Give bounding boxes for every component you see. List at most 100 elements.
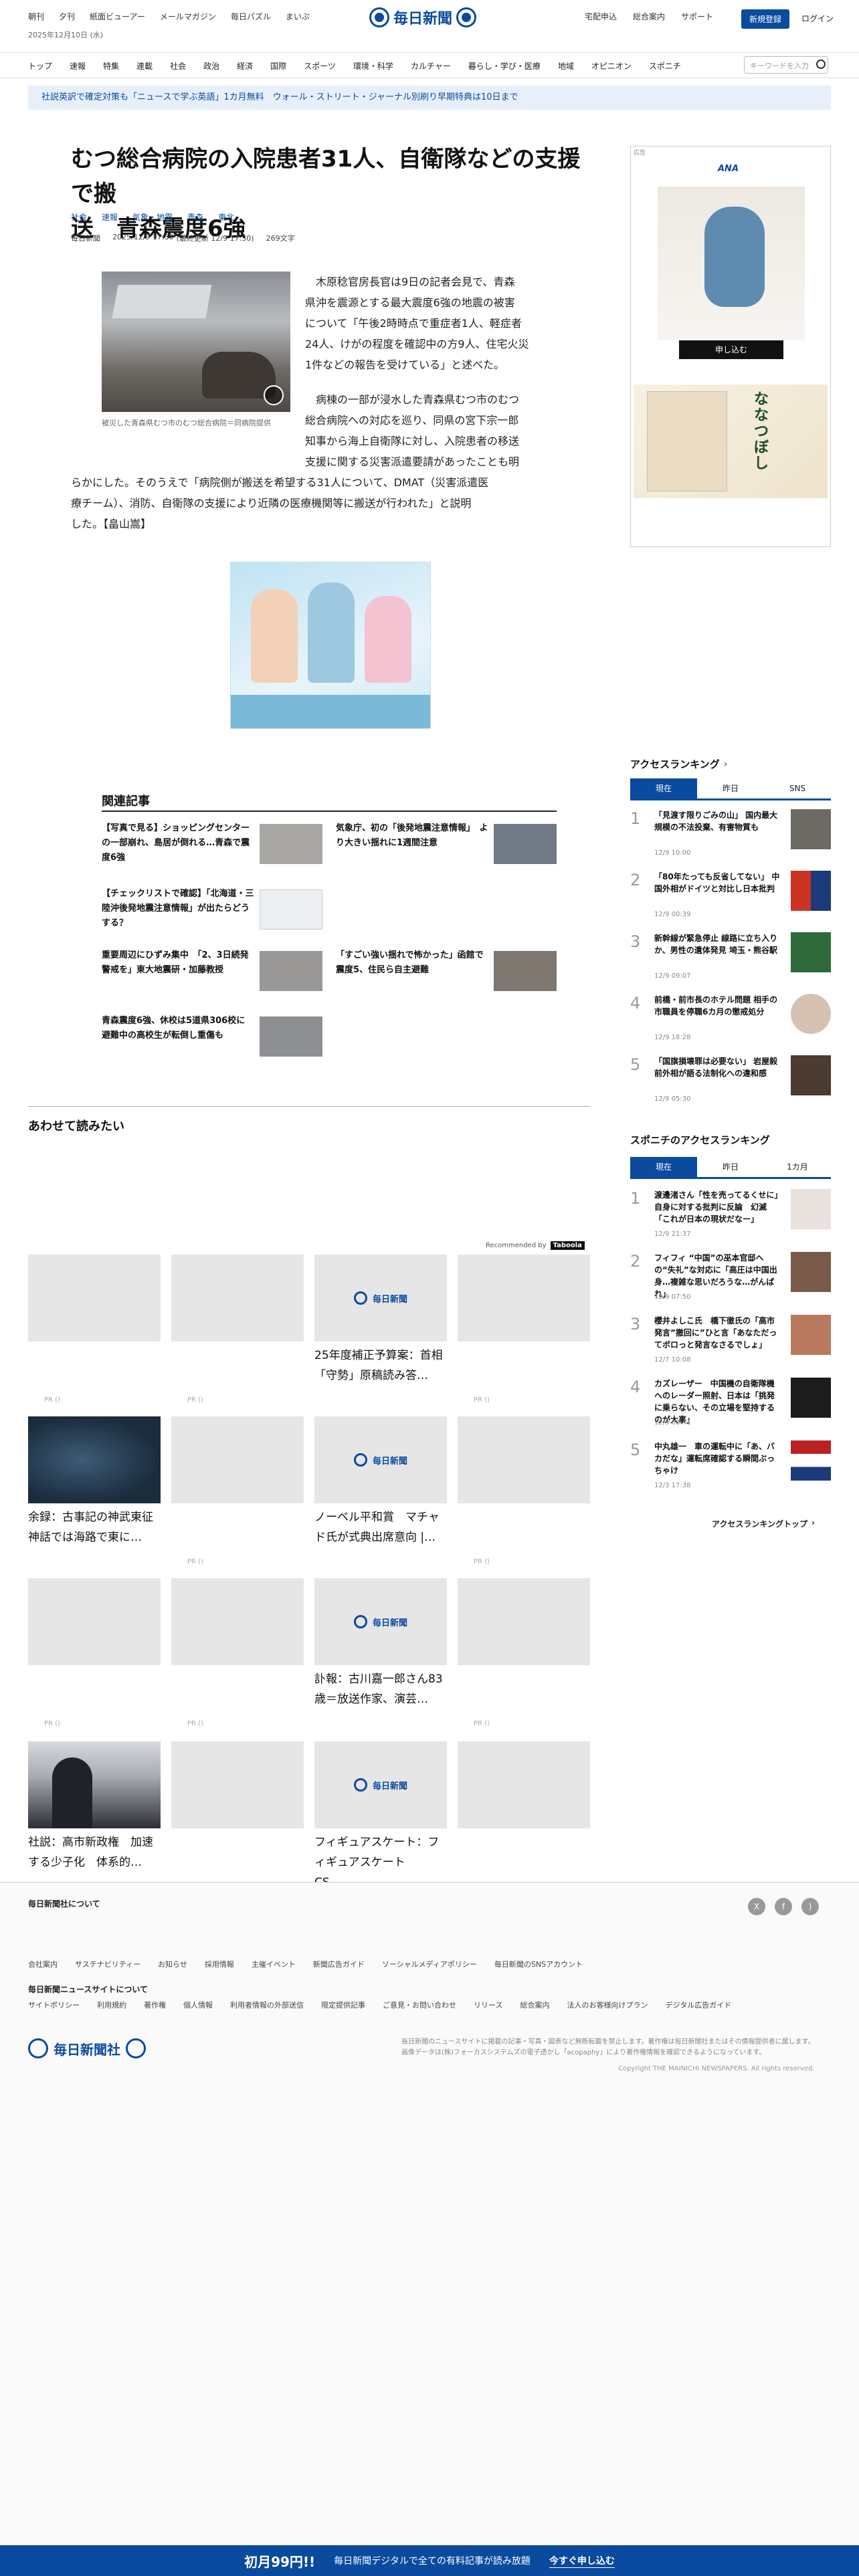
footer-link[interactable]: お知らせ bbox=[158, 1959, 187, 1969]
rec-card[interactable] bbox=[458, 1416, 590, 1503]
link-viewer[interactable]: 紙面ビューアー bbox=[90, 11, 145, 22]
tab-now[interactable]: 現在 bbox=[630, 1157, 697, 1177]
rec-card[interactable] bbox=[458, 1255, 590, 1341]
footer-link[interactable]: 利用規約 bbox=[97, 2000, 126, 2010]
footer-link[interactable]: 著作権 bbox=[144, 2000, 166, 2010]
tag-tohoku[interactable]: 東北 bbox=[218, 211, 234, 223]
footer-link[interactable]: 法人のお客様向けプラン bbox=[567, 2000, 648, 2010]
tag-weather[interactable]: 気象・地震 bbox=[132, 211, 173, 223]
rec-card[interactable] bbox=[171, 1741, 304, 1828]
ranking-top-link[interactable]: アクセスランキングトップ › bbox=[712, 1518, 815, 1529]
footer-link[interactable]: 個人情報 bbox=[183, 2000, 213, 2010]
register-button[interactable]: 新規登録 bbox=[741, 9, 790, 29]
rec-card-title[interactable]: 訃報：古川嘉一郎さん83歳＝放送作家、演芸… bbox=[314, 1669, 447, 1709]
link-evening[interactable]: 夕刊 bbox=[59, 11, 75, 22]
subscribe-bar[interactable]: 初月99円!! 毎日新聞デジタルで全ての有料記事が読み放題 今すぐ申し込む bbox=[0, 2545, 859, 2576]
inline-ad[interactable] bbox=[230, 562, 431, 729]
tab-yesterday[interactable]: 昨日 bbox=[697, 778, 764, 798]
footer-link[interactable]: リリース bbox=[474, 2000, 502, 2010]
link-puzzle[interactable]: 毎日パズル bbox=[231, 11, 271, 22]
footer-link[interactable]: 採用情報 bbox=[205, 1959, 234, 1969]
nav-politics[interactable]: 政治 bbox=[203, 60, 219, 72]
rss-icon[interactable]: ) bbox=[801, 1898, 819, 1915]
rec-card-image[interactable]: 毎日新聞 bbox=[314, 1741, 447, 1828]
footer-link[interactable]: 限定提供記事 bbox=[321, 2000, 365, 2010]
footer-link[interactable]: ソーシャルメディアポリシー bbox=[382, 1959, 477, 1969]
nav-breaking[interactable]: 速報 bbox=[70, 60, 86, 72]
ranking-title[interactable]: アクセスランキング › bbox=[630, 757, 727, 771]
link-morning[interactable]: 朝刊 bbox=[28, 11, 44, 22]
tab-now[interactable]: 現在 bbox=[630, 778, 697, 798]
footer-link[interactable]: 会社案内 bbox=[28, 1959, 58, 1969]
article-photo[interactable] bbox=[102, 272, 290, 412]
tab-yesterday[interactable]: 昨日 bbox=[697, 1157, 764, 1177]
rec-card-title[interactable]: 余録：古事記の神武東征神話では海路で東に… bbox=[28, 1507, 161, 1547]
tab-sns[interactable]: SNS bbox=[764, 778, 831, 798]
rec-card[interactable] bbox=[28, 1578, 161, 1665]
search-icon[interactable] bbox=[816, 60, 826, 69]
rec-card-title[interactable]: ノーベル平和賞 マチャド氏が式典出席意向 |… bbox=[314, 1507, 447, 1547]
promo-banner[interactable]: 社説英訳で確定対策も「ニュースで学ぶ英語」1カ月無料 ウォール・ストリート・ジャ… bbox=[28, 86, 831, 110]
link-support[interactable]: サポート bbox=[681, 11, 713, 22]
login-button[interactable]: ログイン bbox=[801, 13, 834, 24]
rec-card-image[interactable]: 毎日新聞 bbox=[314, 1578, 447, 1665]
footer-link[interactable]: 利用者情報の外部送信 bbox=[230, 2000, 304, 2010]
rec-card[interactable] bbox=[458, 1741, 590, 1828]
link-mail[interactable]: メールマガジン bbox=[160, 11, 216, 22]
nav-feature[interactable]: 特集 bbox=[103, 60, 119, 72]
footer-link[interactable]: 主催イベント bbox=[252, 1959, 296, 1969]
footer-link[interactable]: 毎日新聞のSNSアカウント bbox=[494, 1959, 583, 1969]
rec-card-image[interactable] bbox=[28, 1741, 161, 1828]
rec-card-image[interactable]: 毎日新聞 bbox=[314, 1416, 447, 1503]
rec-card[interactable] bbox=[28, 1255, 161, 1341]
taboola-logo[interactable]: Taboola bbox=[550, 1241, 585, 1250]
related-item[interactable]: 重要周辺にひずみ集中 「2、3日続発警戒を」東大地震研・加藤教授 bbox=[102, 948, 322, 995]
nav-top[interactable]: トップ bbox=[28, 60, 52, 72]
nav-region[interactable]: 地域 bbox=[558, 60, 574, 72]
nav-life[interactable]: 暮らし・学び・医療 bbox=[468, 60, 541, 72]
tab-month[interactable]: 1カ月 bbox=[764, 1157, 831, 1177]
related-item[interactable]: 【チェックリストで確認】「北海道・三陸沖後発地震注意情報」が出たらどうする？ bbox=[102, 887, 322, 934]
footer-link[interactable]: デジタル広告ガイド bbox=[665, 2000, 731, 2010]
x-icon[interactable]: X bbox=[748, 1898, 765, 1915]
rec-card[interactable] bbox=[171, 1416, 304, 1503]
rec-card-image[interactable]: 毎日新聞 bbox=[314, 1255, 447, 1341]
rec-card-title[interactable]: 25年度補正予算案：首相「守勢」原稿読み答… bbox=[314, 1346, 447, 1386]
rec-card[interactable] bbox=[458, 1578, 590, 1665]
related-item[interactable]: 「すごい強い揺れで怖かった」函館で震度5、住民ら自主避難 bbox=[336, 948, 557, 995]
rec-card-title[interactable]: 社説：高市新政権 加速する少子化 体系的… bbox=[28, 1832, 161, 1872]
zoom-icon[interactable] bbox=[264, 385, 284, 405]
link-maipu[interactable]: まいぷ bbox=[286, 11, 310, 22]
related-item[interactable]: 【写真で見る】ショッピングセンターの一部崩れ、島居が倒れる…青森で震度6強 bbox=[102, 821, 322, 868]
nav-sponichi[interactable]: スポニチ bbox=[649, 60, 681, 72]
link-info[interactable]: 総合案内 bbox=[633, 11, 665, 22]
site-logo[interactable]: 毎日新聞 bbox=[369, 7, 477, 28]
related-item[interactable]: 気象庁、初の「後発地震注意情報」 より大きい揺れに1週間注意 bbox=[336, 821, 557, 868]
rec-card[interactable] bbox=[171, 1578, 304, 1665]
related-item[interactable]: 青森震度6強、休校は5道県306校に 避難中の高校生が転倒し重傷も bbox=[102, 1014, 322, 1061]
nav-sports[interactable]: スポーツ bbox=[304, 60, 336, 72]
footer-link[interactable]: サイトポリシー bbox=[28, 2000, 80, 2010]
tag-breaking[interactable]: 速報 bbox=[102, 211, 118, 223]
right-ad-box[interactable]: 広告 ANA 申し込む ななつぼし bbox=[630, 146, 831, 547]
tag-aomori[interactable]: 青森 bbox=[187, 211, 203, 223]
footer-link[interactable]: サステナビリティー bbox=[75, 1959, 140, 1969]
rec-card[interactable] bbox=[171, 1255, 304, 1341]
company-logo[interactable]: 毎日新聞社 bbox=[28, 2038, 146, 2058]
nav-world[interactable]: 国際 bbox=[270, 60, 286, 72]
footer-link[interactable]: 総合案内 bbox=[520, 2000, 549, 2010]
nav-opinion[interactable]: オピニオン bbox=[591, 60, 632, 72]
nav-society[interactable]: 社会 bbox=[170, 60, 186, 72]
rec-card-image[interactable] bbox=[28, 1416, 161, 1503]
link-delivery[interactable]: 宅配申込 bbox=[585, 11, 617, 22]
nav-culture[interactable]: カルチャー bbox=[411, 60, 451, 72]
nav-economy[interactable]: 経済 bbox=[237, 60, 253, 72]
nav-series[interactable]: 連載 bbox=[136, 60, 153, 72]
footer-link[interactable]: 新聞広告ガイド bbox=[313, 1959, 365, 1969]
footer-link[interactable]: ご意見・お問い合わせ bbox=[383, 2000, 456, 2010]
facebook-icon[interactable]: f bbox=[775, 1898, 792, 1915]
ad-apply-button[interactable]: 申し込む bbox=[679, 340, 783, 359]
nav-science[interactable]: 環境・科学 bbox=[353, 60, 393, 72]
subscribe-cta[interactable]: 今すぐ申し込む bbox=[549, 2554, 615, 2568]
tag-society[interactable]: 社会 bbox=[71, 211, 87, 223]
